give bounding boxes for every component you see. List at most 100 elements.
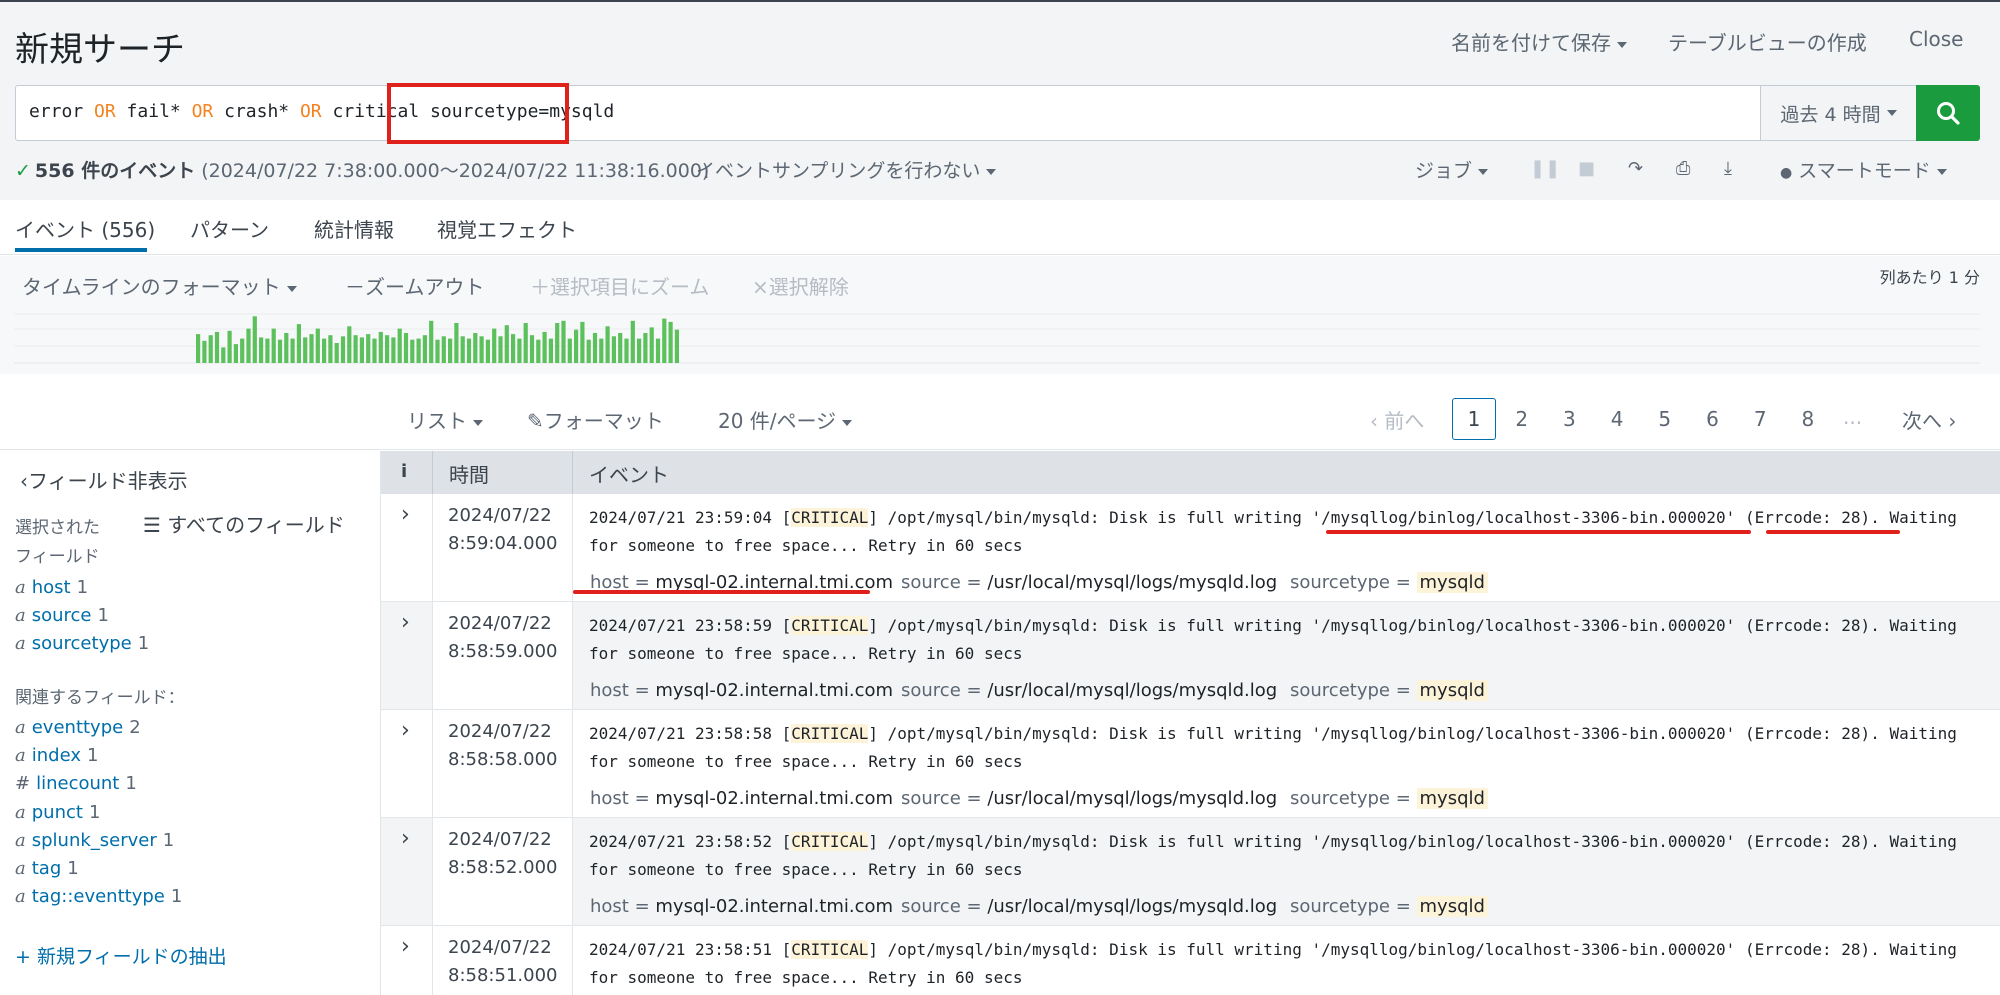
timeline-bar[interactable] [214, 331, 220, 363]
field-index[interactable]: a index 1 [15, 745, 98, 766]
save-as-button[interactable]: 名前を付けて保存 [1451, 27, 1627, 56]
timeline-bar[interactable] [618, 333, 623, 363]
pause-icon[interactable]: ❚❚ [1530, 158, 1560, 179]
hide-fields-button[interactable]: ‹フィールド非表示 [20, 465, 188, 494]
event-errcode[interactable]: (Errcode: 28) [1745, 508, 1870, 527]
timeline-bar[interactable] [227, 330, 232, 363]
table-row[interactable]: › 2024/07/22 8:59:04.000 2024/07/21 23:59:0… [381, 494, 2000, 602]
timeline-bar[interactable] [296, 324, 301, 363]
timeline-bar[interactable] [448, 338, 453, 363]
chevron-right-icon[interactable]: › [401, 934, 410, 959]
timeline-bar[interactable] [290, 338, 295, 363]
field-value[interactable]: mysqld [1416, 680, 1488, 701]
timeline-format-dropdown[interactable]: タイムラインのフォーマット [22, 271, 297, 300]
event-field-source[interactable]: source = /usr/local/mysql/logs/mysqld.lo… [901, 788, 1277, 809]
chevron-right-icon[interactable]: › [401, 718, 410, 743]
timeline-bar[interactable] [611, 336, 616, 363]
field-host[interactable]: a host 1 [15, 577, 88, 598]
timeline-bar[interactable] [662, 318, 667, 363]
page-1-button[interactable]: 1 [1452, 398, 1496, 440]
timeline-bar[interactable] [561, 320, 566, 363]
event-time[interactable]: 2024/07/22 8:58:51.000 [433, 926, 573, 995]
timeline-bar[interactable] [328, 335, 333, 363]
timeline-bar[interactable] [574, 329, 579, 363]
event-path[interactable]: '/mysqllog/binlog/localhost-3306-bin.000… [1311, 832, 1735, 851]
event-level[interactable]: CRITICAL [791, 616, 869, 635]
field-value[interactable]: /usr/local/mysql/logs/mysqld.log [987, 572, 1277, 593]
field-value[interactable]: mysqld [1416, 788, 1488, 809]
event-level[interactable]: CRITICAL [791, 832, 869, 851]
deselect-button[interactable]: ×選択解除 [752, 271, 849, 300]
all-fields-button[interactable]: ☰ すべてのフィールド [143, 509, 345, 538]
job-menu[interactable]: ジョブ [1415, 156, 1489, 183]
timeline-bar[interactable] [504, 325, 509, 363]
timeline-bar[interactable] [643, 333, 648, 363]
timeline-bar[interactable] [334, 343, 339, 363]
timeline-bar[interactable] [435, 339, 440, 363]
timeline-bar[interactable] [240, 338, 245, 363]
timeline-bar[interactable] [422, 335, 427, 363]
field-linecount[interactable]: # linecount 1 [15, 773, 137, 794]
timeline-bar[interactable] [498, 336, 503, 363]
chevron-right-icon[interactable]: › [401, 502, 410, 527]
timeline-bar[interactable] [284, 333, 289, 363]
event-time[interactable]: 2024/07/22 8:58:58.000 [433, 710, 573, 817]
event-field-source[interactable]: source = /usr/local/mysql/logs/mysqld.lo… [901, 896, 1277, 917]
list-view-dropdown[interactable]: リスト [407, 405, 483, 434]
timeline-bar[interactable] [460, 336, 465, 363]
timeline-bar[interactable] [649, 327, 654, 363]
timeline-bar[interactable] [233, 344, 238, 363]
export-icon[interactable]: ⤓ [1724, 158, 1732, 179]
timeline-bar[interactable] [548, 338, 553, 363]
page-4-button[interactable]: 4 [1595, 398, 1639, 440]
timeline-bar[interactable] [555, 323, 560, 363]
event-errcode[interactable]: (Errcode: 28) [1745, 724, 1870, 743]
print-icon[interactable]: ⎙ [1676, 158, 1690, 179]
timeline-bar[interactable] [385, 335, 390, 363]
chevron-right-icon[interactable]: › [401, 826, 410, 851]
tab-visualization[interactable]: 視覚エフェクト [437, 214, 577, 243]
timeline-bar[interactable] [655, 338, 661, 363]
timeline-bar[interactable] [303, 337, 308, 363]
table-row[interactable]: › 2024/07/22 8:58:51.000 2024/07/21 23:58:5… [381, 926, 2000, 995]
timeline-bar[interactable] [605, 326, 610, 363]
event-field-sourcetype[interactable]: sourcetype = mysqld [1290, 896, 1488, 917]
timeline-chart[interactable] [14, 312, 1980, 364]
timeline-bar[interactable] [196, 334, 201, 363]
event-level[interactable]: CRITICAL [791, 724, 869, 743]
timeline-bar[interactable] [536, 339, 541, 363]
field-value[interactable]: mysql-02.internal.tmi.com [655, 788, 893, 809]
field-value[interactable]: mysqld [1416, 896, 1488, 917]
field-sourcetype[interactable]: a sourcetype 1 [15, 633, 149, 654]
zoom-out-button[interactable]: －ズームアウト [345, 271, 484, 300]
field-value[interactable]: /usr/local/mysql/logs/mysqld.log [987, 680, 1277, 701]
event-field-host[interactable]: host = mysql-02.internal.tmi.com [590, 680, 893, 701]
search-input[interactable]: error OR fail* OR crash* OR critical sou… [15, 85, 1761, 141]
timeline-bar[interactable] [391, 337, 396, 363]
tab-events[interactable]: イベント (556) [15, 214, 155, 243]
field-value[interactable]: /usr/local/mysql/logs/mysqld.log [987, 896, 1277, 917]
timeline-bar[interactable] [592, 333, 598, 363]
timeline-bar[interactable] [410, 339, 415, 363]
timeline-bar[interactable] [322, 338, 327, 363]
event-path[interactable]: '/mysqllog/binlog/localhost-3306-bin.000… [1311, 940, 1735, 959]
time-range-picker[interactable]: 過去 4 時間 [1760, 85, 1917, 141]
timeline-bar[interactable] [580, 321, 585, 363]
format-button[interactable]: ✎フォーマット [527, 405, 664, 434]
timeline-bar[interactable] [542, 331, 547, 363]
event-level[interactable]: CRITICAL [791, 940, 869, 959]
timeline-bar[interactable] [674, 329, 679, 363]
table-row[interactable]: › 2024/07/22 8:58:52.000 2024/07/21 23:58:5… [381, 818, 2000, 926]
page-5-button[interactable]: 5 [1643, 398, 1687, 440]
timeline-bar[interactable] [397, 328, 402, 363]
chevron-right-icon[interactable]: › [401, 610, 410, 635]
field-tag[interactable]: a tag 1 [15, 858, 79, 879]
tab-patterns[interactable]: パターン [190, 214, 269, 243]
column-header-time[interactable]: 時間 [449, 459, 489, 488]
prev-page-button[interactable]: ‹ 前へ [1370, 405, 1424, 434]
extract-new-fields-link[interactable]: + 新規フィールドの抽出 [15, 942, 227, 969]
event-errcode[interactable]: (Errcode: 28) [1745, 940, 1870, 959]
timeline-bar[interactable] [378, 331, 383, 363]
timeline-bar[interactable] [599, 338, 604, 363]
field-value[interactable]: mysqld [1416, 572, 1488, 593]
